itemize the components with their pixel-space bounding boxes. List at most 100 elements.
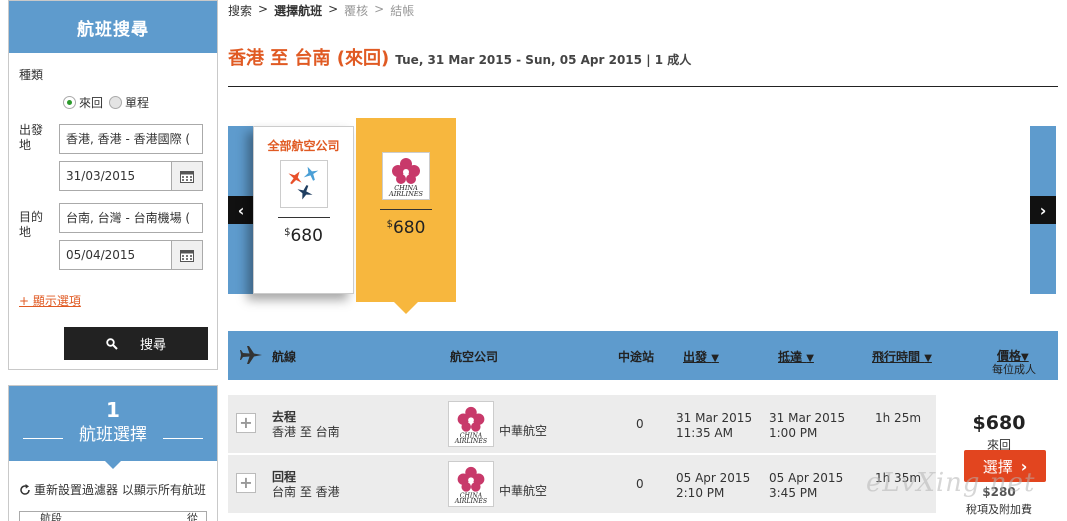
plum-blossom-icon: CHINA AIRLINES [454,406,487,445]
arrive-datetime: 05 Apr 2015 3:45 PM [769,471,843,501]
sort-caret-icon: ▼ [806,353,814,364]
results-table-header: 航線 航空公司 中途站 出發 ▼ 抵達 ▼ 飛行時間 ▼ 價格▼ 每位成人 [228,331,1058,380]
arrive-time: 1:00 PM [769,426,818,440]
card-divider [380,209,432,210]
magnifier-icon [106,337,118,350]
one-way-label[interactable]: 單程 [125,94,149,111]
round-trip-radio[interactable] [63,96,76,109]
trip-summary: Tue, 31 Mar 2015 - Sun, 05 Apr 2015 | 1 … [395,53,692,67]
breadcrumb: 搜索 > 選擇航班 > 覆核 > 結帳 [228,2,414,19]
divider-right [163,438,203,439]
watermark: eLvXing.net [866,468,1036,498]
depart-datetime: 31 Mar 2015 11:35 AM [676,411,752,441]
column-segment: 航線 [272,350,297,364]
column-duration-sort[interactable]: 飛行時間 ▼ [872,348,932,365]
table-row[interactable]: + 回程 台南 至 香港 CHINA AIRLINES 中華航空 0 05 Ap… [228,455,936,513]
return-date-input[interactable]: 05/04/2015 [59,240,172,270]
svg-text:AIRLINES: AIRLINES [388,190,423,198]
refresh-icon [20,483,30,495]
svg-text:AIRLINES: AIRLINES [454,438,487,445]
reset-filters-text: 重新設置過濾器 以顯示所有航班 [34,483,206,497]
search-button[interactable]: 搜尋 [64,327,208,360]
price-value: 680 [290,226,323,246]
page-title: 香港 至 台南 (來回) [228,48,390,69]
breadcrumb-checkout: 結帳 [390,4,415,18]
expand-row-button[interactable]: + [236,473,256,493]
column-duration-label: 飛行時間 [872,350,921,364]
stops-count: 0 [636,477,644,491]
flight-filter-panel: 1 航班選擇 重新設置過濾器 以顯示所有航班 航段 從 [8,385,218,521]
arrive-time: 3:45 PM [769,486,818,500]
airline-card-all[interactable]: 全部航空公司 $680 [253,126,354,294]
column-stops: 中途站 [618,350,655,364]
carousel-prev-button[interactable]: ‹ [228,196,254,224]
airline-name: 中華航空 [499,484,548,498]
arrive-datetime: 31 Mar 2015 1:00 PM [769,411,845,441]
column-depart-sort[interactable]: 出發 ▼ [683,348,719,365]
selected-pointer [394,302,418,314]
step-number: 1 [106,398,120,422]
total-price: $680 [972,412,1026,434]
airline-card-china-airlines[interactable]: CHINA AIRLINES $680 [356,118,456,314]
breadcrumb-separator: > [328,2,339,16]
airline-card-price: $680 [254,226,353,246]
column-airline: 航空公司 [450,350,499,364]
airline-name: 中華航空 [499,424,548,438]
column-arrive-sort[interactable]: 抵達 ▼ [778,348,814,365]
title-divider [228,86,1058,87]
depart-calendar-button[interactable] [172,161,203,191]
calendar-icon [180,170,194,183]
origin-label: 出發地 [19,123,44,152]
plum-blossom-icon: CHINA AIRLINES [388,158,424,198]
price-box: $680 來回 選擇 › $280 稅項及附加費 [940,394,1058,521]
calendar-icon [180,249,194,262]
trip-type-label: 種類 [19,68,44,82]
one-way-radio[interactable] [109,96,123,109]
plus-icon: + [239,473,253,492]
destination-label: 目的地 [19,210,44,239]
airline-card-name: 全部航空公司 [267,139,340,153]
filter-panel-title: 航班選擇 [79,425,147,445]
card-divider [277,217,330,218]
currency-symbol: $ [284,227,291,238]
price-value: 680 [392,218,426,238]
return-calendar-button[interactable] [172,240,203,270]
depart-date: 05 Apr 2015 [676,471,751,485]
show-options-link[interactable]: + 顯示選項 [19,292,81,309]
destination-input[interactable]: 台南, 台灣 - 台南機場 ( [59,203,203,233]
airline-card-price: $680 [356,218,456,238]
plane-icon [240,346,262,364]
filter-panel-header: 1 航班選擇 [9,386,217,469]
page-title-row: 香港 至 台南 (來回) Tue, 31 Mar 2015 - Sun, 05 … [228,44,691,70]
plum-blossom-icon: CHINA AIRLINES [454,466,487,505]
breadcrumb-search[interactable]: 搜索 [228,2,252,19]
stops-count: 0 [636,417,644,431]
origin-input[interactable]: 香港, 香港 - 香港國際 ( [59,124,203,154]
header-pointer [104,460,122,469]
currency-symbol: $ [386,219,393,230]
depart-date-input[interactable]: 31/03/2015 [59,161,172,191]
carousel-next-button[interactable]: › [1030,196,1056,224]
flight-search-panel: 航班搜尋 種類 來回 單程 出發地 香港, 香港 - 香港國際 ( 31/03/… [8,0,218,370]
filter-item-segment[interactable]: 航段 從 [19,511,207,521]
reset-filters-link[interactable]: 重新設置過濾器 以顯示所有航班 [19,481,206,498]
chevron-left-icon: ‹ [237,200,245,220]
svg-text:AIRLINES: AIRLINES [454,498,487,505]
depart-time: 2:10 PM [676,486,725,500]
search-panel-title: 航班搜尋 [9,1,217,53]
round-trip-label[interactable]: 來回 [79,94,103,111]
china-airlines-logo: CHINA AIRLINES [448,461,494,507]
breadcrumb-separator: > [258,2,269,16]
tax-note: 稅項及附加費 [966,503,1032,516]
flight-duration: 1h 25m [875,411,922,425]
depart-date: 31 Mar 2015 [676,411,753,425]
divider-left [23,438,63,439]
expand-row-button[interactable]: + [236,413,256,433]
planes-icon [287,166,318,200]
depart-datetime: 05 Apr 2015 2:10 PM [676,471,750,501]
flight-route: 台南 至 香港 [272,485,340,499]
column-price-per-adult: 每位成人 [992,363,1036,376]
table-row[interactable]: + 去程 香港 至 台南 CHINA AIRLINES 中華航空 0 31 Ma… [228,395,936,453]
arrive-date: 31 Mar 2015 [769,411,846,425]
depart-time: 11:35 AM [676,426,733,440]
